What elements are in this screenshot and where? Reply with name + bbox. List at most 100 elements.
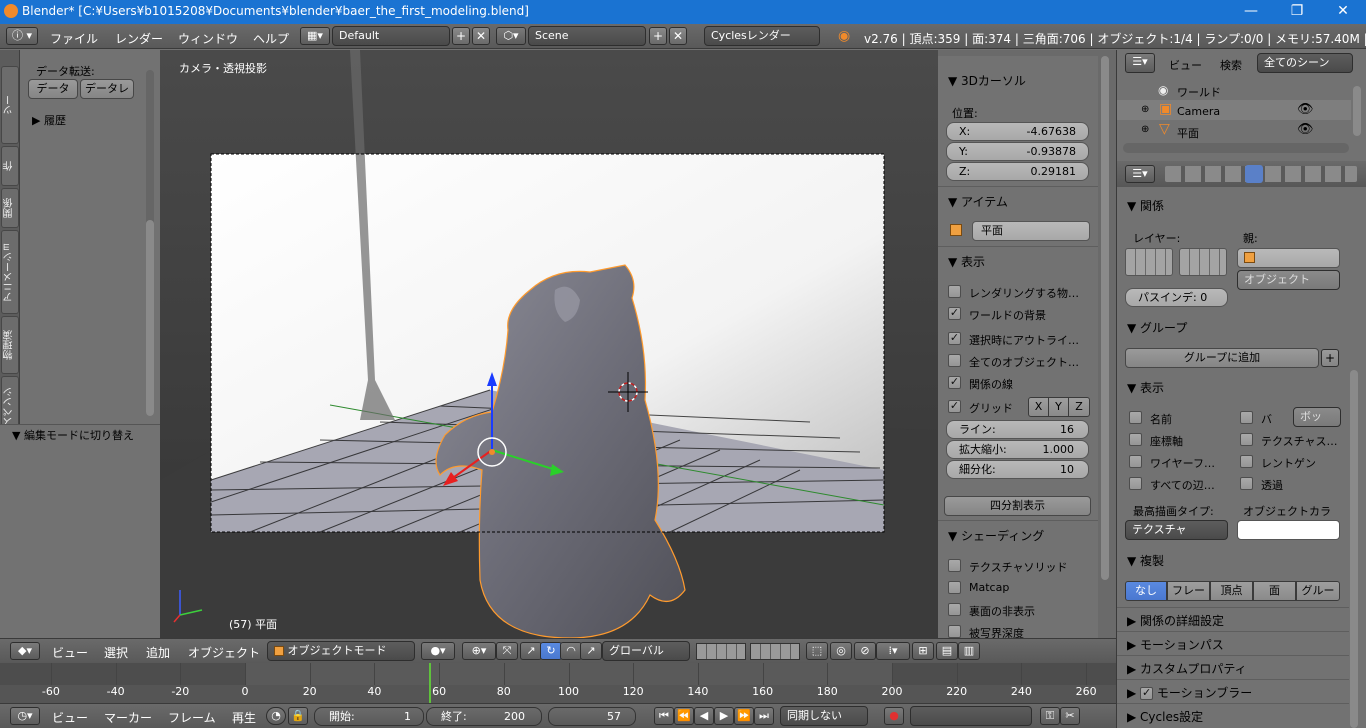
item-header[interactable]: ▼ アイテム: [948, 193, 1008, 210]
menu-help[interactable]: ヘルプ: [253, 30, 289, 47]
sync-mode-select[interactable]: 同期しない: [780, 706, 868, 726]
viewport-shading-icon[interactable]: ●▾: [421, 642, 455, 660]
insert-keyframe-icon[interactable]: ⚿: [1040, 707, 1060, 725]
frame-start-field[interactable]: 開始: 1: [314, 707, 424, 726]
add-menu[interactable]: 追加: [146, 644, 170, 661]
outliner-view-menu[interactable]: ビュー: [1169, 57, 1202, 73]
manipulator-icon[interactable]: ⤧: [496, 642, 518, 660]
snap-target-icon[interactable]: ⊞: [912, 642, 934, 660]
layer-lock-icon[interactable]: ⬚: [806, 642, 828, 660]
cursor-z-field[interactable]: Z: 0.29181: [946, 162, 1089, 181]
parent-field[interactable]: [1237, 248, 1340, 268]
motion-paths-header[interactable]: ▶ モーションパス: [1127, 636, 1224, 653]
matcap-checkbox[interactable]: [948, 581, 961, 594]
relations-extras-header[interactable]: ▶ 関係の詳細設定: [1127, 612, 1224, 629]
screen-layout-icon[interactable]: ▦▾: [300, 27, 330, 45]
dupli-frames-toggle[interactable]: フレー: [1167, 581, 1210, 601]
textured-solid-checkbox[interactable]: [948, 559, 961, 572]
menu-file[interactable]: ファイル: [50, 30, 98, 47]
grid-subdivisions-field[interactable]: 細分化: 10: [946, 460, 1089, 479]
outliner-editor-type-icon[interactable]: ☰▾: [1125, 53, 1155, 73]
layer-grid-right[interactable]: [1179, 248, 1227, 276]
plane-visibility-eye-icon[interactable]: 👁: [1297, 122, 1314, 137]
3d-viewport[interactable]: カメラ・透視投影 (57) 平面: [160, 50, 938, 638]
outline-selected-checkbox[interactable]: ✓: [948, 332, 961, 345]
render-opengl-icon[interactable]: ▤: [936, 642, 958, 660]
max-draw-type-select[interactable]: テクスチャ: [1125, 520, 1228, 540]
tab-tools[interactable]: ツー: [1, 66, 19, 144]
rotate-manipulator-icon[interactable]: ↻: [540, 642, 562, 660]
timeline-editor-type-icon[interactable]: ◷▾: [10, 707, 40, 725]
frame-end-field[interactable]: 終了: 200: [426, 707, 542, 726]
dupli-faces-toggle[interactable]: 面: [1253, 581, 1296, 601]
cycles-settings-header[interactable]: ▶ Cycles設定: [1127, 708, 1203, 725]
tab-create[interactable]: 作: [1, 146, 19, 186]
interaction-mode-select[interactable]: オブジェクトモード: [267, 641, 415, 661]
preview-range-icon[interactable]: ◔: [266, 707, 286, 725]
proportional-edit-icon[interactable]: ◎: [830, 642, 852, 660]
relationship-lines-checkbox[interactable]: ✓: [948, 376, 961, 389]
dupli-group-toggle[interactable]: グルー: [1296, 581, 1340, 601]
grid-axis-x-toggle[interactable]: X: [1028, 397, 1049, 417]
timeline-view-menu[interactable]: ビュー: [52, 709, 88, 726]
bounds-type-select[interactable]: ボッ: [1293, 407, 1341, 427]
select-menu[interactable]: 選択: [104, 644, 128, 661]
show-wire-checkbox[interactable]: [1129, 455, 1142, 468]
lock-time-cursor-icon[interactable]: 🔒: [288, 707, 308, 725]
grid-floor-checkbox[interactable]: ✓: [948, 400, 961, 413]
add-group-plus-button[interactable]: +: [1321, 349, 1339, 367]
only-render-checkbox[interactable]: [948, 285, 961, 298]
parent-type-select[interactable]: オブジェクト: [1237, 270, 1340, 290]
xray-checkbox[interactable]: [1240, 455, 1253, 468]
scene-field[interactable]: Scene: [528, 26, 646, 46]
transform-orientation-icon[interactable]: ↗: [580, 642, 602, 660]
add-layout-button[interactable]: +: [452, 27, 470, 45]
marker-menu[interactable]: マーカー: [104, 709, 152, 726]
pass-index-field[interactable]: パスインデ: 0: [1125, 288, 1228, 307]
render-engine-select[interactable]: Cyclesレンダー: [704, 26, 820, 46]
add-scene-button[interactable]: +: [649, 27, 667, 45]
add-to-group-button[interactable]: グループに追加: [1125, 348, 1319, 368]
remove-layout-button[interactable]: ✕: [472, 27, 490, 45]
delete-keyframe-icon[interactable]: ✂: [1060, 707, 1080, 725]
outliner-search-menu[interactable]: 検索: [1220, 57, 1242, 73]
pivot-point-icon[interactable]: ⊕▾: [462, 642, 496, 660]
motion-blur-header[interactable]: ▶ ✓ モーションブラー: [1127, 684, 1252, 701]
show-texture-space-checkbox[interactable]: [1240, 433, 1253, 446]
play-icon[interactable]: ▶: [714, 707, 734, 725]
show-bounds-checkbox[interactable]: [1240, 411, 1253, 424]
properties-scrollbar[interactable]: [1350, 370, 1358, 728]
motion-blur-checkbox[interactable]: ✓: [1140, 687, 1154, 700]
jump-to-end-icon[interactable]: ⏭: [754, 707, 774, 725]
grid-scale-field[interactable]: 拡大縮小: 1.000: [946, 440, 1089, 459]
screen-layout-field[interactable]: Default: [332, 26, 450, 46]
playback-menu[interactable]: 再生: [232, 709, 256, 726]
auto-keying-icon[interactable]: ●: [884, 707, 904, 725]
grid-axis-y-toggle[interactable]: Y: [1048, 397, 1069, 417]
quad-view-button[interactable]: 四分割表示: [944, 496, 1091, 516]
object-color-swatch[interactable]: [1237, 520, 1340, 540]
snap-element-icon[interactable]: ⁞▾: [876, 642, 910, 660]
scene-layers-right[interactable]: [750, 643, 800, 660]
world-background-checkbox[interactable]: ✓: [948, 307, 961, 320]
duplication-header[interactable]: ▼ 複製: [1127, 552, 1164, 569]
show-all-edges-checkbox[interactable]: [1129, 477, 1142, 490]
dupli-none-toggle[interactable]: なし: [1125, 581, 1167, 601]
frame-menu[interactable]: フレーム: [168, 709, 216, 726]
groups-header[interactable]: ▼ グループ: [1127, 319, 1187, 336]
view-menu[interactable]: ビュー: [52, 644, 88, 661]
maximize-button[interactable]: ❐: [1274, 0, 1320, 24]
minimize-button[interactable]: —: [1228, 0, 1274, 24]
jump-to-keyframe-back-icon[interactable]: ⏪: [674, 707, 694, 725]
3d-view-editor-type-icon[interactable]: ◆▾: [10, 642, 40, 660]
backface-culling-checkbox[interactable]: [948, 603, 961, 616]
shading-header[interactable]: ▼ シェーディング: [948, 527, 1044, 544]
custom-properties-header[interactable]: ▶ カスタムプロパティ: [1127, 660, 1247, 677]
timeline[interactable]: -60 -40 -20 0 20 40 60 80 100 120 140 160 180 200 220 2…: [0, 663, 1116, 703]
expand-plane-icon[interactable]: ⊕: [1141, 124, 1149, 135]
object-name-field[interactable]: 平面: [972, 221, 1090, 241]
transform-orientation-select[interactable]: グローバル: [602, 641, 690, 661]
current-frame-field[interactable]: 57: [548, 707, 636, 726]
scene-icon[interactable]: ⬡▾: [496, 27, 526, 45]
menu-render[interactable]: レンダー: [115, 30, 163, 47]
